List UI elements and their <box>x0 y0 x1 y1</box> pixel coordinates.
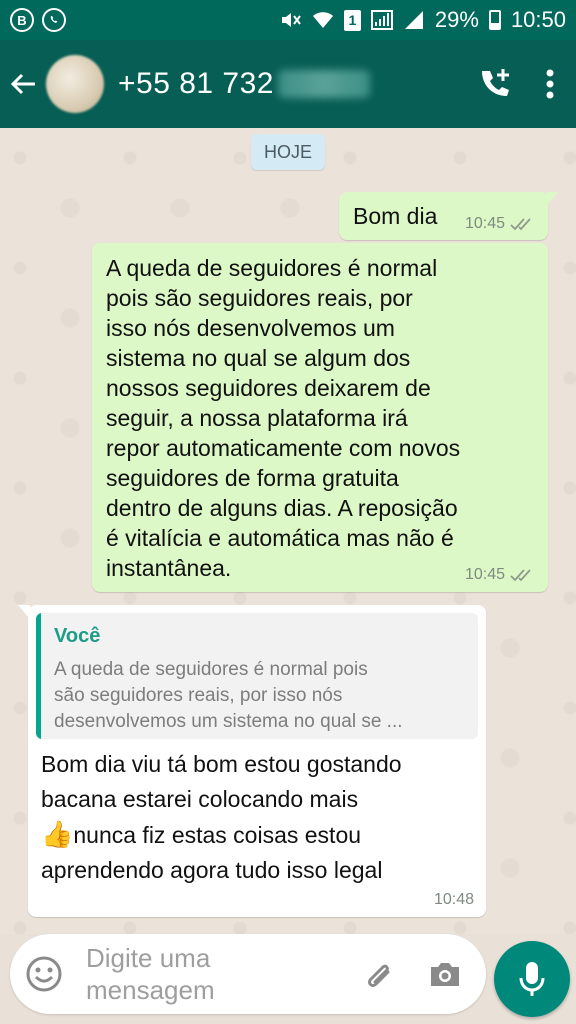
quote-line: desenvolvemos um sistema no qual se ... <box>54 711 403 732</box>
message-meta: 10:45 <box>465 215 536 233</box>
message-composer[interactable]: Digite uma mensagem <box>10 934 486 1014</box>
message-text: A queda de seguidores é normal pois são … <box>106 253 460 583</box>
quote-bar <box>36 613 41 739</box>
avatar[interactable] <box>46 55 104 113</box>
message-meta: 10:48 <box>434 891 474 909</box>
message-line-text: nunca fiz estas coisas estou <box>73 822 362 848</box>
signal-2-icon <box>404 11 423 29</box>
message-line: repor automaticamente com novos <box>106 435 461 461</box>
message-line: bacana estarei colocando mais <box>41 786 359 812</box>
battery-percent: 29% <box>434 7 479 32</box>
outgoing-message[interactable]: Bom dia 10:45 <box>339 192 558 240</box>
clock: 10:50 <box>510 7 566 32</box>
emoji-icon[interactable] <box>24 954 64 994</box>
bubble-tail <box>18 605 30 619</box>
double-check-icon <box>510 218 531 231</box>
b-notification-icon: B <box>10 8 34 32</box>
message-text: Bom dia <box>353 203 438 229</box>
add-call-icon[interactable] <box>476 66 512 102</box>
message-time: 10:48 <box>433 891 474 908</box>
contact-number: +55 81 732 <box>118 67 274 100</box>
message-line: aprendendo agora tudo isso legal <box>41 857 383 883</box>
message-line: 👍nunca fiz estas coisas estou <box>41 817 402 853</box>
message-line: é vitalícia e automática mas não é <box>106 525 454 551</box>
battery-icon <box>488 10 501 30</box>
back-button[interactable] <box>0 40 46 128</box>
placeholder-line: Digite uma <box>86 943 211 973</box>
wifi-icon <box>312 12 333 28</box>
voice-record-button[interactable] <box>494 941 570 1017</box>
whatsapp-icon <box>42 8 66 32</box>
status-left-icons: B <box>10 8 66 32</box>
thumbs-up-emoji: 👍 <box>41 819 74 849</box>
message-line: seguir, a nossa plataforma irá <box>106 405 408 431</box>
status-right: 1 29% 10:50 <box>280 7 566 33</box>
quote-author: Você <box>54 625 101 647</box>
composer-actions <box>364 957 486 991</box>
quote-line: A queda de seguidores é normal pois <box>54 659 368 680</box>
incoming-message[interactable]: Você A queda de seguidores é normal pois… <box>18 605 486 917</box>
redacted-number <box>277 70 370 98</box>
signal-icon <box>370 10 393 30</box>
message-line: sistema no qual se algum dos <box>106 345 411 371</box>
message-text: Bom dia viu tá bom estou gostando bacana… <box>41 747 402 888</box>
message-line: isso nós desenvolvemos um <box>106 315 395 341</box>
message-line: pois são seguidores reais, por <box>106 285 413 311</box>
bubble-tail <box>546 192 558 206</box>
quote-text: A queda de seguidores é normal pois são … <box>54 657 472 735</box>
camera-icon[interactable] <box>428 959 462 989</box>
message-time: 10:45 <box>464 566 505 583</box>
double-check-icon <box>510 569 531 582</box>
message-meta: 10:45 <box>465 566 536 584</box>
message-line: instantânea. <box>106 555 232 581</box>
date-chip: HOJE <box>251 134 325 170</box>
header-actions <box>476 66 576 102</box>
message-time: 10:45 <box>464 215 505 232</box>
message-line: A queda de seguidores é normal <box>106 255 438 281</box>
message-line: Bom dia viu tá bom estou gostando <box>41 751 402 777</box>
quote-line: são seguidores reais, por isso nós <box>54 685 343 706</box>
b-notification-label: B <box>17 12 27 28</box>
outgoing-message[interactable]: A queda de seguidores é normal pois são … <box>92 243 548 592</box>
back-arrow-icon <box>10 73 35 95</box>
message-line: dentro de alguns dias. A reposição <box>106 495 458 521</box>
message-input[interactable]: Digite uma mensagem <box>86 942 266 1006</box>
placeholder-line: mensagem <box>86 975 215 1005</box>
status-bar: B 1 29% 10:50 <box>0 0 576 40</box>
chat-header: +55 81 732 <box>0 40 576 128</box>
mute-icon <box>281 13 301 27</box>
attach-icon[interactable] <box>364 957 394 991</box>
contact-name[interactable]: +55 81 732 <box>118 67 370 101</box>
quoted-message[interactable]: Você A queda de seguidores é normal pois… <box>36 613 478 739</box>
sim-badge: 1 <box>343 9 361 31</box>
more-vert-icon[interactable] <box>546 69 554 99</box>
message-line: seguidores de forma gratuita <box>106 465 399 491</box>
mic-icon <box>519 962 545 996</box>
message-line: nossos seguidores deixarem de <box>106 375 431 401</box>
